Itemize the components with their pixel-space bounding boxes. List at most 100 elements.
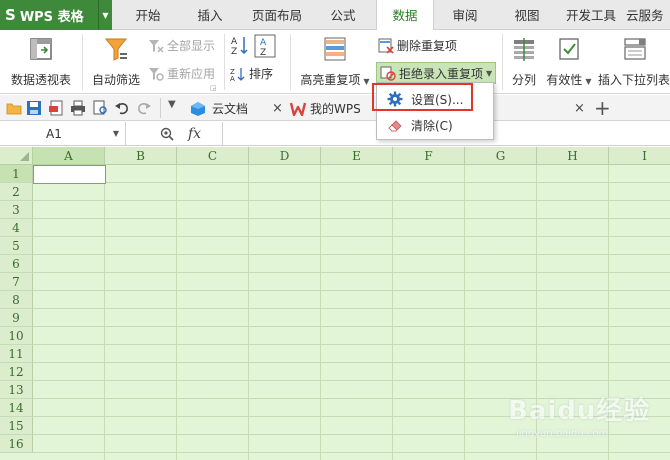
sort-descending-icon[interactable]: A Z [254, 34, 276, 58]
row-header[interactable]: 8 [0, 291, 33, 309]
doc-tab-cloud[interactable]: 云文档 × [190, 97, 290, 120]
wps-logo: S [5, 6, 16, 24]
validity-button[interactable]: 有效性 ▼ [544, 32, 594, 88]
save-icon[interactable] [26, 100, 42, 116]
validity-icon [559, 38, 579, 60]
tab-developer[interactable]: 开发工具 [560, 0, 622, 30]
row-header[interactable]: 7 [0, 273, 33, 291]
sort-label: 排序 [249, 67, 274, 81]
pivot-table-button[interactable]: 数据透视表 [6, 32, 76, 88]
divider [502, 34, 503, 90]
tab-home[interactable]: 开始 [124, 0, 172, 30]
row-header[interactable]: 15 [0, 417, 33, 435]
row-header[interactable]: 5 [0, 237, 33, 255]
split-column-label: 分列 [511, 73, 536, 87]
svg-text:A: A [260, 38, 267, 48]
show-all-label: 全部显示 [167, 39, 216, 53]
column-header[interactable]: G [465, 147, 537, 165]
delete-duplicates-label: 删除重复项 [397, 39, 458, 53]
validity-label: 有效性 [546, 73, 583, 87]
redo-icon[interactable] [136, 100, 152, 116]
sort-button[interactable]: Z A 排序 [230, 65, 273, 82]
divider [82, 34, 83, 90]
active-cell-a1[interactable] [33, 165, 106, 184]
menu-item-clear[interactable]: 清除(C) [377, 113, 493, 137]
column-header[interactable]: F [393, 147, 465, 165]
reject-duplicates-button[interactable]: 拒绝录入重复项 ▼ [376, 62, 497, 84]
select-all-corner[interactable] [0, 147, 33, 165]
undo-icon[interactable] [114, 100, 130, 116]
highlight-box [372, 83, 473, 111]
customize-toolbar-icon[interactable]: ▼ [168, 99, 176, 110]
show-all-button[interactable]: 全部显示 [148, 37, 215, 54]
tab-insert[interactable]: 插入 [186, 0, 234, 30]
column-header[interactable]: A [33, 147, 105, 165]
row-header[interactable]: 6 [0, 255, 33, 273]
chevron-down-icon[interactable]: ▼ [98, 0, 112, 30]
doc-tab-current[interactable]: × [496, 97, 596, 120]
delete-duplicates-icon [378, 38, 394, 54]
tab-review[interactable]: 审阅 [440, 0, 490, 30]
column-header[interactable]: E [321, 147, 393, 165]
open-folder-icon[interactable] [6, 100, 22, 116]
new-tab-plus-icon[interactable]: + [594, 95, 611, 121]
formula-tools: fx [160, 122, 201, 146]
highlight-duplicates-button[interactable]: 高亮重复项 ▼ [298, 32, 372, 88]
insert-function-icon[interactable]: fx [188, 126, 201, 142]
watermark-text: Baidu经验 [508, 396, 651, 426]
column-header[interactable]: D [249, 147, 321, 165]
row-header[interactable]: 14 [0, 399, 33, 417]
split-column-button[interactable]: 分列 [506, 32, 542, 88]
row-header[interactable]: 2 [0, 183, 33, 201]
row-header[interactable]: 16 [0, 435, 33, 453]
row-header[interactable]: 4 [0, 219, 33, 237]
tab-data[interactable]: 数据 [376, 0, 434, 31]
row-header[interactable]: 12 [0, 363, 33, 381]
tab-page-layout[interactable]: 页面布局 [244, 0, 310, 30]
chevron-down-icon: ▼ [486, 68, 493, 78]
delete-duplicates-button[interactable]: 删除重复项 [378, 37, 457, 54]
column-header[interactable]: H [537, 147, 609, 165]
sort-ascending-icon[interactable]: A Z [230, 34, 250, 56]
close-icon[interactable]: × [574, 101, 585, 116]
zoom-search-icon[interactable] [160, 127, 174, 141]
highlight-duplicates-label: 高亮重复项 [300, 73, 361, 87]
print-preview-icon[interactable] [92, 100, 108, 116]
name-box[interactable]: A1 ▼ [0, 122, 126, 146]
menu-bar: S WPS 表格 ▼ 开始 插入 页面布局 公式 数据 审阅 视图 开发工具 云… [0, 0, 670, 31]
tab-formulas[interactable]: 公式 [318, 0, 368, 30]
chevron-down-icon[interactable]: ▼ [113, 122, 119, 146]
row-header[interactable]: 3 [0, 201, 33, 219]
funnel-clear-icon [149, 39, 164, 53]
divider [224, 34, 225, 90]
column-header[interactable]: C [177, 147, 249, 165]
formula-bar: A1 ▼ fx [0, 122, 670, 146]
insert-dropdown-list-label: 插入下拉列表 [598, 73, 670, 87]
auto-filter-button[interactable]: 自动筛选 [88, 32, 144, 88]
column-header[interactable]: I [609, 147, 670, 165]
insert-dropdown-list-button[interactable]: 插入下拉列表 [598, 32, 670, 88]
reapply-label: 重新应用 [167, 67, 216, 81]
row-header[interactable]: 13 [0, 381, 33, 399]
svg-text:A: A [231, 37, 238, 47]
print-icon[interactable] [70, 100, 86, 116]
row-header[interactable]: 11 [0, 345, 33, 363]
menu-item-label: 清除(C) [411, 118, 453, 133]
app-menu-button[interactable]: S WPS 表格 ▼ [0, 0, 112, 30]
tab-view[interactable]: 视图 [502, 0, 552, 30]
export-pdf-icon[interactable] [48, 100, 64, 116]
divider [290, 34, 291, 90]
close-icon[interactable]: × [272, 101, 283, 116]
row-header[interactable]: 1 [0, 165, 33, 183]
ribbon: 数据透视表 自动筛选 全部显示 重新应用 ◲ A Z A Z Z A 排序 高亮… [0, 30, 670, 94]
row-header[interactable]: 10 [0, 327, 33, 345]
reapply-button[interactable]: 重新应用 [148, 65, 215, 82]
dialog-launcher-icon[interactable]: ◲ [210, 84, 217, 92]
eraser-icon [388, 120, 402, 132]
tab-cloud[interactable]: 云服务 [626, 0, 670, 30]
row-header[interactable]: 9 [0, 309, 33, 327]
dropdown-list-icon [624, 38, 646, 60]
svg-text:Z: Z [231, 47, 237, 56]
column-header[interactable]: B [105, 147, 177, 165]
cell-reference: A1 [46, 127, 62, 141]
